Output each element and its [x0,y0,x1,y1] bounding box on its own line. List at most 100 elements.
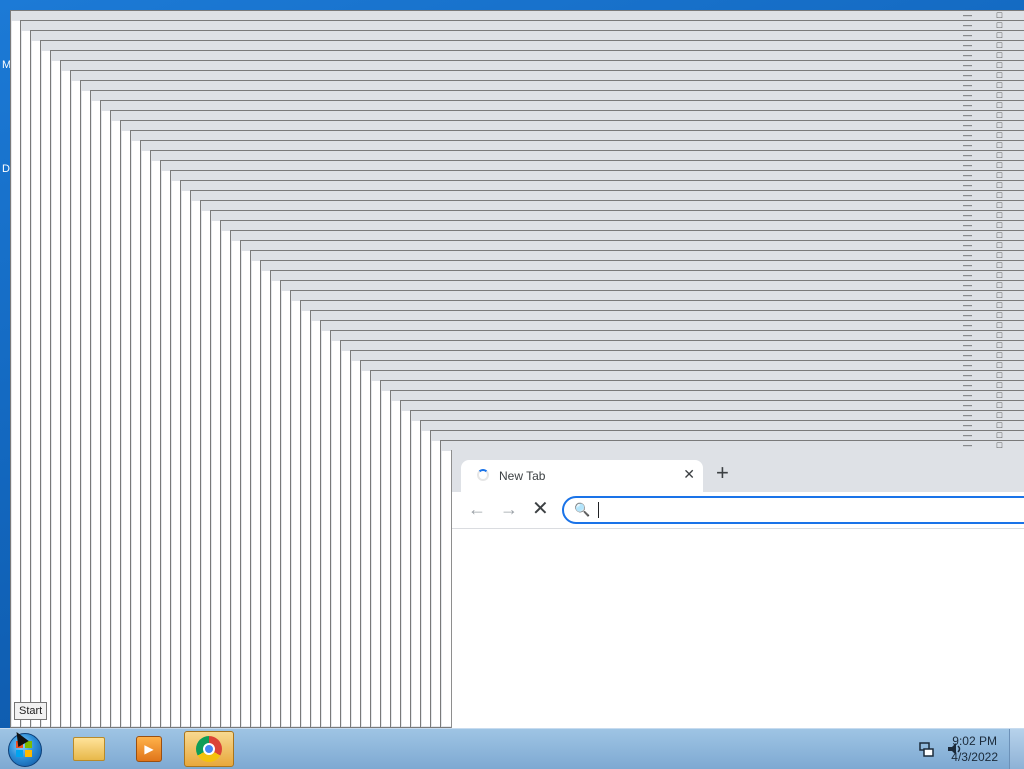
minimize-icon[interactable]: — [963,140,972,150]
minimize-icon[interactable]: — [963,250,972,260]
maximize-icon[interactable]: □ [997,410,1002,420]
minimize-icon[interactable]: — [963,110,972,120]
maximize-icon[interactable]: □ [997,140,1002,150]
clock[interactable]: 9:02 PM 4/3/2022 [951,733,998,765]
minimize-icon[interactable]: — [963,410,972,420]
maximize-icon[interactable]: □ [997,230,1002,240]
minimize-icon[interactable]: — [963,70,972,80]
maximize-icon[interactable]: □ [997,130,1002,140]
media-player-button[interactable]: ▶ [124,731,174,767]
maximize-icon[interactable]: □ [997,280,1002,290]
maximize-icon[interactable]: □ [997,270,1002,280]
maximize-icon[interactable]: □ [997,10,1002,20]
minimize-icon[interactable]: — [963,330,972,340]
minimize-icon[interactable]: — [963,90,972,100]
minimize-icon[interactable]: — [963,220,972,230]
maximize-icon[interactable]: □ [997,200,1002,210]
minimize-icon[interactable]: — [963,350,972,360]
maximize-icon[interactable]: □ [997,180,1002,190]
minimize-icon[interactable]: — [963,50,972,60]
minimize-icon[interactable]: — [963,360,972,370]
maximize-icon[interactable]: □ [997,400,1002,410]
minimize-icon[interactable]: — [963,190,972,200]
maximize-icon[interactable]: □ [997,50,1002,60]
file-explorer-button[interactable] [64,731,114,767]
maximize-icon[interactable]: □ [997,210,1002,220]
minimize-icon[interactable]: — [963,270,972,280]
new-tab-button[interactable]: + [716,462,729,484]
minimize-icon[interactable]: — [963,430,972,440]
minimize-icon[interactable]: — [963,440,972,450]
maximize-icon[interactable]: □ [997,120,1002,130]
minimize-icon[interactable]: — [963,80,972,90]
chrome-taskbar-button[interactable] [184,731,234,767]
maximize-icon[interactable]: □ [997,90,1002,100]
maximize-icon[interactable]: □ [997,360,1002,370]
minimize-icon[interactable]: — [963,210,972,220]
minimize-icon[interactable]: — [963,240,972,250]
maximize-icon[interactable]: □ [997,340,1002,350]
back-button[interactable]: ← [468,497,486,521]
minimize-icon[interactable]: — [963,420,972,430]
minimize-icon[interactable]: — [963,310,972,320]
maximize-icon[interactable]: □ [997,420,1002,430]
maximize-icon[interactable]: □ [997,100,1002,110]
minimize-icon[interactable]: — [963,120,972,130]
minimize-icon[interactable]: — [963,340,972,350]
minimize-icon[interactable]: — [963,40,972,50]
maximize-icon[interactable]: □ [997,290,1002,300]
maximize-icon[interactable]: □ [997,430,1002,440]
minimize-icon[interactable]: — [963,320,972,330]
minimize-icon[interactable]: — [963,400,972,410]
minimize-icon[interactable]: — [963,380,972,390]
maximize-icon[interactable]: □ [997,220,1002,230]
minimize-icon[interactable]: — [963,10,972,20]
maximize-icon[interactable]: □ [997,150,1002,160]
minimize-icon[interactable]: — [963,180,972,190]
minimize-icon[interactable]: — [963,300,972,310]
address-input[interactable] [594,500,1018,522]
maximize-icon[interactable]: □ [997,310,1002,320]
minimize-icon[interactable]: — [963,280,972,290]
minimize-icon[interactable]: — [963,370,972,380]
minimize-icon[interactable]: — [963,60,972,70]
minimize-icon[interactable]: — [963,20,972,30]
desktop-icon-label-fragment[interactable]: D [2,163,10,175]
tab-new-tab[interactable]: New Tab ✕ [461,460,703,492]
maximize-icon[interactable]: □ [997,240,1002,250]
maximize-icon[interactable]: □ [997,260,1002,270]
maximize-icon[interactable]: □ [997,20,1002,30]
maximize-icon[interactable]: □ [997,440,1002,450]
maximize-icon[interactable]: □ [997,170,1002,180]
maximize-icon[interactable]: □ [997,300,1002,310]
maximize-icon[interactable]: □ [997,80,1002,90]
maximize-icon[interactable]: □ [997,60,1002,70]
maximize-icon[interactable]: □ [997,350,1002,360]
stop-loading-button[interactable]: ✕ [532,497,549,521]
minimize-icon[interactable]: — [963,390,972,400]
maximize-icon[interactable]: □ [997,250,1002,260]
maximize-icon[interactable]: □ [997,160,1002,170]
show-desktop-button[interactable] [1009,729,1024,769]
address-bar[interactable]: 🔍 [562,496,1024,524]
minimize-icon[interactable]: — [963,130,972,140]
minimize-icon[interactable]: — [963,160,972,170]
minimize-icon[interactable]: — [963,260,972,270]
maximize-icon[interactable]: □ [997,110,1002,120]
forward-button[interactable]: → [500,497,518,521]
maximize-icon[interactable]: □ [997,330,1002,340]
minimize-icon[interactable]: — [963,30,972,40]
maximize-icon[interactable]: □ [997,70,1002,80]
minimize-icon[interactable]: — [963,100,972,110]
maximize-icon[interactable]: □ [997,320,1002,330]
close-icon[interactable]: ✕ [683,466,695,483]
maximize-icon[interactable]: □ [997,40,1002,50]
maximize-icon[interactable]: □ [997,390,1002,400]
maximize-icon[interactable]: □ [997,370,1002,380]
minimize-icon[interactable]: — [963,230,972,240]
maximize-icon[interactable]: □ [997,380,1002,390]
minimize-icon[interactable]: — [963,170,972,180]
minimize-icon[interactable]: — [963,290,972,300]
chrome-window[interactable]: New Tab ✕ + ← → ✕ 🔍 [451,450,1024,728]
maximize-icon[interactable]: □ [997,30,1002,40]
